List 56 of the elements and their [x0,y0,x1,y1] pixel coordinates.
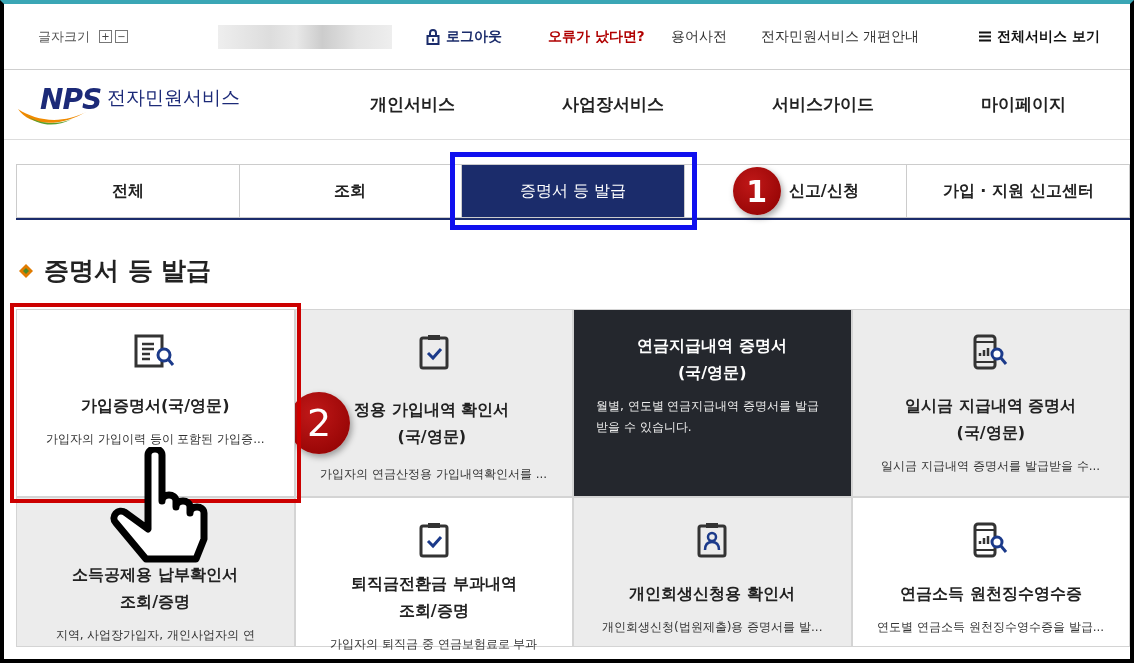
top-link[interactable]: 용어사전 [670,27,727,46]
lock-icon [426,28,440,45]
phone-chart-search-icon [972,522,1009,558]
category-tab[interactable]: 1 신고/신청 [684,164,908,218]
phone-chart-search-icon [972,334,1009,370]
card-description: 연도별 연금소득 원천징수영수증을 발급... [877,619,1105,636]
card-description: 가입자의 가입이력 등이 포함된 가입증... [45,431,265,448]
card-title: 일시금 지급내역 증명서 [905,395,1077,417]
card-title: 조회/증명 [119,591,192,613]
logout-link[interactable]: 로그아웃 [426,27,502,46]
card-title: 가입증명서(국/영문) [81,395,230,417]
certificate-card[interactable]: 개인회생신청용 확인서 개인회생신청(법원제출)용 증명서를 발... [573,497,852,647]
document-search-icon [134,334,177,368]
category-tab[interactable]: 조회 [239,164,463,218]
error-report-link[interactable]: 오류가 났다면? [548,27,645,46]
main-menu-item[interactable]: 서비스가이드 [765,85,880,124]
logo-text: 전자민원서비스 [107,84,241,110]
card-description: 개인회생신청(법원제출)용 증명서를 발... [602,619,823,636]
category-tab[interactable]: 가입 · 지원 신고센터 [907,164,1130,218]
font-size-button[interactable]: + [99,30,112,43]
diamond-bullet-icon [18,262,34,279]
card-title: 개인회생신청용 확인서 [629,583,796,605]
menu-icon [979,31,992,42]
card-title: (국/영문) [396,426,467,448]
card-title: 연금지급내역 증명서 [637,335,788,357]
section-title: 증명서 등 발급 [44,255,212,287]
card-title: 정용 가입내역 확인서 [354,399,510,421]
step-badge: 1 [732,167,781,215]
card-title: (국/영문) [955,422,1026,444]
main-menu-item[interactable]: 개인서비스 [363,85,461,124]
clipboard-check-icon [418,522,449,558]
card-description: 지역, 사업장가입자, 개인사업자의 연 [55,627,255,644]
top-link[interactable]: 전자민원서비스 개편안내 [760,27,919,46]
card-title: (국/영문) [677,362,748,384]
clipboard-check-icon [418,334,449,370]
font-size-button[interactable]: − [115,30,128,43]
card-title: 퇴직금전환금 부과내역 [350,573,517,595]
clipboard-person-icon [697,522,728,558]
card-description: 월별, 연도별 연금지급내역 증명서를 발급 받을 수 있습니다. [596,398,821,436]
category-tab[interactable]: 증명서 등 발급 [462,164,685,218]
certificate-card[interactable]: 연금지급내역 증명서 (국/영문) 월별, 연도별 연금지급내역 증명서를 발급 받을 수 있습니다. [573,309,852,497]
certificate-card[interactable]: 일시금 지급내역 증명서 (국/영문) 일시금 지급내역 증명서를 발급받을 수... [851,309,1130,497]
category-tab[interactable]: 전체 [16,164,240,218]
certificate-card[interactable]: 연금소득 원천징수영수증 연도별 연금소득 원천징수영수증을 발급... [851,497,1130,647]
nps-logo[interactable]: NPS 전자민원서비스 [16,74,316,135]
certificate-card[interactable]: 2 정용 가입내역 확인서 (국/영문) 가입자의 연금산정용 가입내역확인서를 ... [294,309,573,497]
all-services-link[interactable]: 전체서비스 보기 [979,27,1100,46]
logo-mark: NPS [40,83,102,116]
card-title: 연금소득 원천징수영수증 [899,583,1082,605]
card-description: 일시금 지급내역 증명서를 발급받을 수... [881,458,1101,475]
card-title: 소득공제용 납부확인서 [72,564,239,586]
card-description: 가입자의 연금산정용 가입내역확인서를 ... [320,466,548,483]
main-menu-item[interactable]: 마이페이지 [975,85,1073,124]
main-menu-item[interactable]: 사업장서비스 [556,85,671,124]
font-size-label: 글자크기 [38,27,90,46]
card-title: 조회/증명 [397,600,470,622]
